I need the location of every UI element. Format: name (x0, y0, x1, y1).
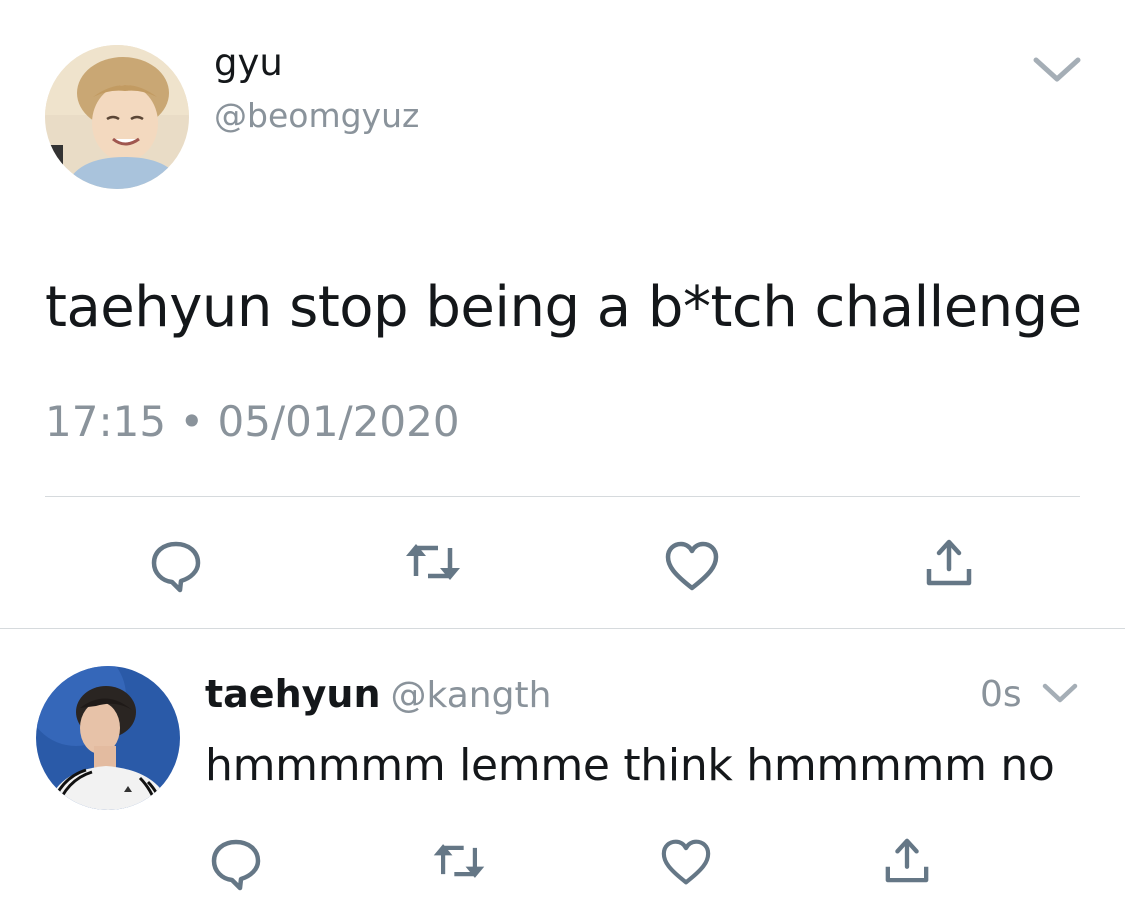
share-icon[interactable] (925, 537, 973, 587)
retweet-icon[interactable] (402, 540, 464, 584)
chevron-down-icon[interactable] (1030, 52, 1084, 86)
reply-timestamp[interactable]: 0s (980, 670, 1022, 720)
divider (0, 628, 1125, 629)
chevron-down-icon[interactable] (1040, 680, 1080, 706)
profile-photo (45, 45, 189, 189)
user-handle[interactable]: @beomgyuz (214, 93, 419, 139)
avatar[interactable] (45, 45, 189, 189)
profile-photo (36, 666, 180, 810)
reply-icon[interactable] (210, 838, 262, 891)
retweet-icon[interactable] (430, 840, 488, 882)
display-name[interactable]: gyu (214, 38, 283, 88)
reply-icon[interactable] (150, 540, 202, 593)
share-icon[interactable] (884, 836, 930, 884)
tweet-timestamp[interactable]: 17:15 • 05/01/2020 (45, 392, 460, 452)
avatar[interactable] (36, 666, 180, 810)
tweet-text: taehyun stop being a b*tch challenge (45, 275, 1082, 340)
reply-author[interactable]: taehyun @kangth (205, 668, 551, 722)
heart-icon[interactable] (660, 838, 712, 886)
heart-icon[interactable] (664, 540, 720, 592)
divider (45, 496, 1080, 497)
reply-text: hmmmmm lemme think hmmmmm no (205, 740, 1055, 791)
display-name[interactable]: taehyun (205, 672, 381, 716)
user-handle[interactable]: @kangth (391, 675, 552, 716)
